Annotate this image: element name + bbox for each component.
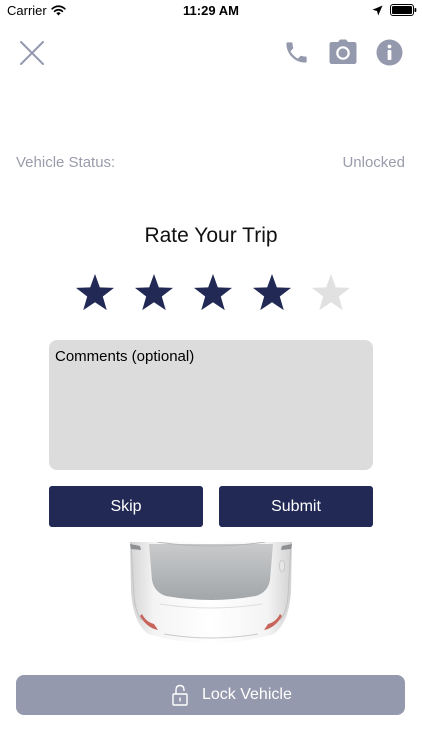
skip-button[interactable]: Skip [49,486,203,527]
vehicle-status-label: Vehicle Status: [16,154,116,171]
star-3-icon[interactable] [192,272,234,314]
status-time: 11:29 AM [183,3,239,18]
rate-your-trip-title: Rate Your Trip [144,224,278,247]
location-arrow-icon [372,5,383,16]
star-rating [74,272,352,316]
status-bar: Carrier 11:29 AM [0,0,422,22]
info-icon[interactable] [376,39,403,66]
camera-icon[interactable] [329,39,357,65]
submit-button[interactable]: Submit [219,486,373,527]
vehicle-status-value: Unlocked [342,154,405,171]
phone-icon[interactable] [283,39,310,66]
battery-icon [390,4,417,16]
lock-vehicle-button[interactable]: Lock Vehicle [16,675,405,715]
car-image [130,542,292,643]
lock-vehicle-label: Lock Vehicle [202,686,292,703]
star-5-icon[interactable] [310,272,352,314]
star-1-icon[interactable] [74,272,116,314]
star-2-icon[interactable] [133,272,175,314]
close-icon[interactable] [18,39,46,67]
star-4-icon[interactable] [251,272,293,314]
comments-field[interactable] [49,340,373,470]
lock-icon [172,684,188,706]
